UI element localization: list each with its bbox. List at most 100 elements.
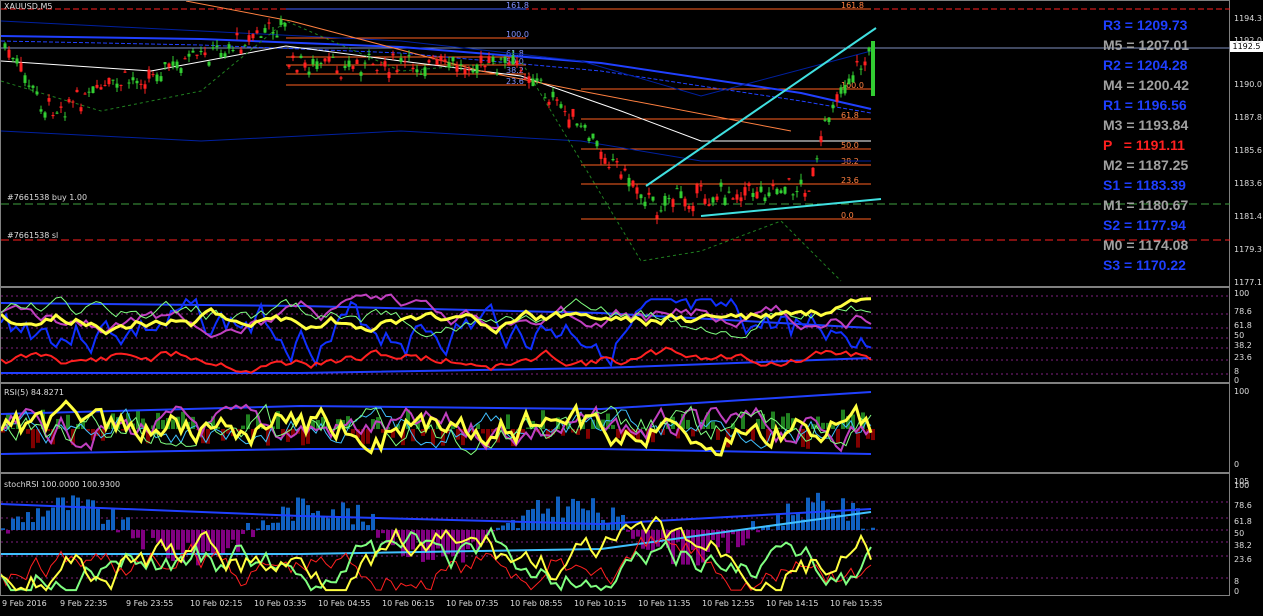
candle-body [483,65,487,68]
candle-body [827,117,831,123]
stochrsi-tick-label: 100 [1234,481,1250,490]
candle-body [607,167,611,169]
candle-body [411,67,415,70]
candle-body [471,70,475,73]
candle-body [707,204,711,206]
candle-body [535,78,539,81]
candle-body [31,85,35,88]
time-axis-label: 10 Feb 10:15 [574,599,627,608]
stochrsi-canvas[interactable] [1,474,1231,597]
candle-body [863,61,867,66]
candle-body [295,69,299,73]
stochrsi-tick-label: 23.6 [1234,555,1252,564]
candle-body [803,192,807,197]
candle-body [11,57,15,60]
stochrsi-histogram-bar [56,497,60,530]
stochrsi-histogram-bar [11,518,15,530]
candle-body [367,53,371,56]
stochrsi-tick-label: 61.8 [1234,517,1252,526]
candle-body [799,179,803,184]
candle-body [263,28,267,33]
candle-body [55,112,59,114]
candle-body [19,62,23,72]
candle-body [147,69,151,79]
candle-body [691,205,695,212]
candle-body [687,205,691,209]
candle-body [51,114,55,117]
candle-body [271,32,275,34]
candle-body [203,52,207,56]
candle-body [27,85,31,87]
rsi-histogram-bar [66,414,70,429]
candle-body [715,196,719,200]
moving-average-slow [1,35,872,110]
candle-body [331,56,335,58]
rsi-canvas[interactable] [1,384,1231,474]
candle-body [591,133,595,139]
stochrsi-histogram-bar [361,521,365,530]
stochrsi-histogram-bar [1,528,5,530]
candle-body [175,61,179,69]
trendline-orange [185,1,792,132]
candle-body [683,198,687,207]
stochrsi-histogram-bar [296,497,300,530]
candle-body [755,191,759,199]
stochrsi-histogram-bar [781,525,785,530]
candle-body [595,141,599,147]
price-chart-canvas[interactable]: 161.8100.061.850.038.223.6161.8100.061.8… [1,1,1231,288]
rsi-histogram-bar [821,422,825,429]
stochrsi-histogram-bar [506,522,510,530]
candle-body [267,22,271,24]
time-axis[interactable]: 9 Feb 2016 9 Feb 22:35 9 Feb 23:55 10 Feb 0… [0,596,1263,616]
indicator-1-canvas[interactable] [1,288,1231,384]
indicator-pane-rsi[interactable]: RSI(5) 84.8271 [0,383,1230,473]
candle-body [179,68,183,73]
rsi-histogram-bar [31,429,35,449]
stop-loss-label: #7661538 sl [7,231,59,240]
candle-body [227,44,231,49]
candle-body [75,89,79,93]
candle-body [359,72,363,76]
candle-body [127,82,131,84]
stochrsi-title: stochRSI 100.0000 100.9300 [4,480,121,489]
rsi-title: RSI(5) 84.8271 [4,388,64,397]
candle-body [459,64,463,66]
candle-body [523,78,527,80]
candle-body [487,56,491,64]
candle-body [223,53,227,57]
indicator-pane-stochrsi[interactable]: stochRSI 100.0000 100.9300 [0,473,1231,597]
stochrsi-histogram-bar [371,513,375,530]
candle-body [195,54,199,56]
stochrsi-histogram-bar [596,512,600,530]
rsi-histogram-bar [11,428,15,429]
candle-body [23,75,27,83]
candle-body [623,168,627,171]
candle-body [199,50,203,53]
stochrsi-histogram-bar [726,530,730,554]
rsi-histogram-bar [611,424,615,429]
indicator-pane-1[interactable] [0,287,1231,384]
candle-body [831,104,835,109]
symbol-label: XAUUSD,M5 [4,2,53,11]
price-tick-label: 1194.3 [1234,14,1262,23]
candle-body [699,185,703,187]
indicator-1-tick-label: 23.6 [1234,353,1252,362]
candle-body [843,85,847,94]
stochrsi-histogram-bar [236,530,240,552]
candle-body [543,97,547,99]
candle-body [299,55,303,58]
candle-body [867,47,871,52]
price-tick-label: 1177.1 [1234,278,1262,287]
candle-body [59,106,63,108]
candle-body [275,35,279,38]
stochrsi-histogram-bar [576,500,580,530]
main-chart-pane[interactable]: 161.8 100.0 61.8 50.0 38.2 23.6 161.8 100.0 61.8… [0,0,1231,288]
candle-body [587,137,591,142]
candle-body [327,57,331,62]
rsi-histogram-bar [686,419,690,429]
stochrsi-histogram-bar [711,530,715,540]
candle-body [547,101,551,105]
candle-body [791,194,795,196]
candle-body [655,215,659,219]
stochrsi-histogram-bar [76,497,80,530]
